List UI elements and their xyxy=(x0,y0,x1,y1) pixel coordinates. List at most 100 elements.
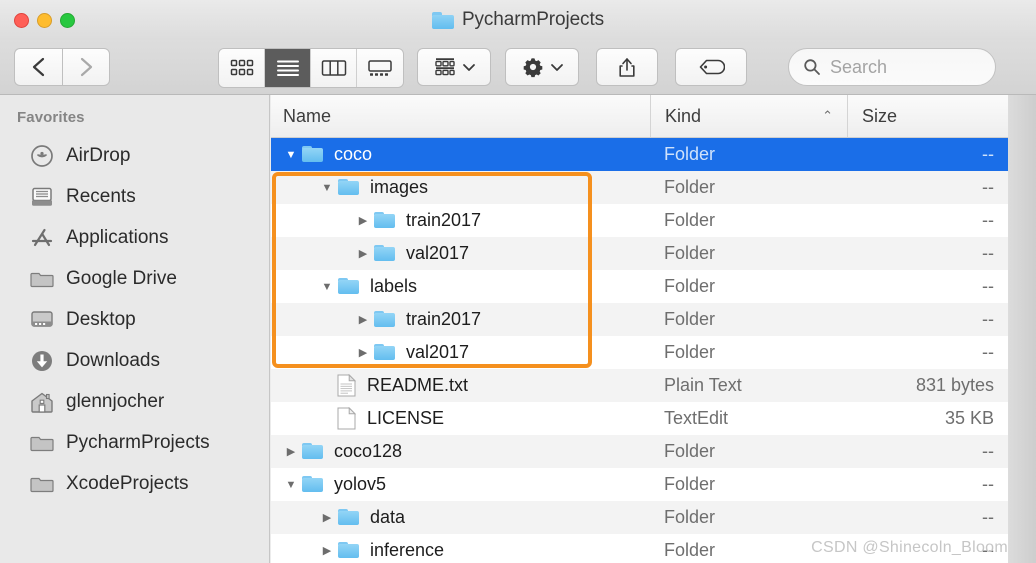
folder-icon xyxy=(30,431,54,455)
file-size-cell: -- xyxy=(847,144,1008,165)
sidebar-item-desktop[interactable]: Desktop xyxy=(0,299,269,340)
folder-icon xyxy=(301,442,325,462)
file-name-cell: ▶ train2017 xyxy=(271,204,650,237)
search-field[interactable]: Search xyxy=(788,48,996,86)
sidebar-item-pycharmprojects[interactable]: PycharmProjects xyxy=(0,422,269,463)
file-size-cell: -- xyxy=(847,309,1008,330)
column-view-button[interactable] xyxy=(311,49,357,87)
sort-ascending-icon: ⌃ xyxy=(822,108,833,124)
file-name-cell: ▶val2017 xyxy=(271,336,650,369)
disclosure-triangle-collapsed-icon[interactable]: ▶ xyxy=(353,204,373,237)
file-kind-cell: Folder xyxy=(650,474,847,495)
file-size-cell: -- xyxy=(847,177,1008,198)
share-button[interactable] xyxy=(596,48,658,86)
gallery-view-button[interactable] xyxy=(357,49,403,87)
desktop-icon xyxy=(30,308,54,332)
columns-icon xyxy=(321,59,347,77)
action-button[interactable] xyxy=(505,48,579,86)
file-size-cell: -- xyxy=(847,342,1008,363)
applications-icon xyxy=(30,226,54,250)
column-header-size[interactable]: Size xyxy=(847,95,1008,137)
table-row[interactable]: ▶ data Folder-- xyxy=(271,501,1008,534)
file-name-cell: ▼coco xyxy=(271,138,650,171)
file-name-label: train2017 xyxy=(406,309,481,330)
list-view-button[interactable] xyxy=(265,49,311,87)
sidebar-item-downloads[interactable]: Downloads xyxy=(0,340,269,381)
file-kind-cell: Folder xyxy=(650,243,847,264)
disclosure-triangle-collapsed-icon[interactable]: ▶ xyxy=(317,501,337,534)
folder-icon xyxy=(373,343,397,363)
file-size-cell: -- xyxy=(847,540,1008,561)
tag-button[interactable] xyxy=(675,48,747,86)
file-name-label: images xyxy=(370,177,428,198)
table-row[interactable]: LICENSETextEdit35 KB xyxy=(271,402,1008,435)
file-kind-cell: Folder xyxy=(650,276,847,297)
file-size-cell: -- xyxy=(847,210,1008,231)
disclosure-triangle-collapsed-icon[interactable]: ▶ xyxy=(281,435,301,468)
file-kind-cell: Plain Text xyxy=(650,375,847,396)
table-row[interactable]: ▶coco128Folder-- xyxy=(271,435,1008,468)
file-name-cell: ▶ train2017 xyxy=(271,303,650,336)
sidebar-item-label: Applications xyxy=(66,227,168,249)
folder-icon xyxy=(337,277,361,297)
table-row[interactable]: ▼cocoFolder-- xyxy=(271,138,1008,171)
toolbar: Search xyxy=(0,40,1036,95)
file-name-label: LICENSE xyxy=(367,408,444,429)
column-header-kind[interactable]: Kind ⌃ xyxy=(650,95,847,137)
file-kind-cell: Folder xyxy=(650,144,847,165)
file-name-cell: ▼labels xyxy=(271,270,650,303)
disclosure-triangle-expanded-icon[interactable]: ▼ xyxy=(281,138,301,171)
file-name-label: data xyxy=(370,507,405,528)
disclosure-triangle-expanded-icon[interactable]: ▼ xyxy=(317,171,337,204)
forward-button[interactable] xyxy=(62,48,110,86)
recents-icon xyxy=(30,185,54,209)
icon-view-button[interactable] xyxy=(219,49,265,87)
file-name-label: inference xyxy=(370,540,444,561)
file-size-cell: -- xyxy=(847,243,1008,264)
gallery-icon xyxy=(367,59,393,77)
disclosure-triangle-collapsed-icon[interactable]: ▶ xyxy=(353,237,373,270)
column-header-name[interactable]: Name xyxy=(271,106,650,127)
sidebar-item-glennjocher[interactable]: glennjocher xyxy=(0,381,269,422)
table-row[interactable]: ▶train2017Folder-- xyxy=(271,204,1008,237)
file-kind-cell: Folder xyxy=(650,441,847,462)
disclosure-triangle-expanded-icon[interactable]: ▼ xyxy=(281,468,301,501)
share-icon xyxy=(617,55,637,79)
file-size-cell: -- xyxy=(847,507,1008,528)
back-button[interactable] xyxy=(14,48,62,86)
group-by-button[interactable] xyxy=(417,48,491,86)
file-size-cell: -- xyxy=(847,441,1008,462)
table-row[interactable]: README.txtPlain Text831 bytes xyxy=(271,369,1008,402)
disclosure-triangle-collapsed-icon[interactable]: ▶ xyxy=(353,303,373,336)
table-row[interactable]: ▼ images Folder-- xyxy=(271,171,1008,204)
folder-icon xyxy=(30,472,54,496)
file-name-cell: ▶ inference xyxy=(271,534,650,563)
sidebar-item-airdrop[interactable]: AirDrop xyxy=(0,135,269,176)
disclosure-triangle-collapsed-icon[interactable]: ▶ xyxy=(353,336,373,369)
file-name-cell: ▼yolov5 xyxy=(271,468,650,501)
search-icon xyxy=(803,58,821,76)
table-row[interactable]: ▼labelsFolder-- xyxy=(271,270,1008,303)
navigation-buttons xyxy=(14,48,110,86)
table-row[interactable]: ▶val2017Folder-- xyxy=(271,237,1008,270)
window-title-group: PycharmProjects xyxy=(0,9,1036,31)
table-row[interactable]: ▶train2017Folder-- xyxy=(271,303,1008,336)
file-kind-cell: Folder xyxy=(650,177,847,198)
sidebar-item-recents[interactable]: Recents xyxy=(0,176,269,217)
sidebar: Favorites AirDrop xyxy=(0,95,270,563)
folder-icon xyxy=(337,508,361,528)
disclosure-triangle-collapsed-icon[interactable]: ▶ xyxy=(317,534,337,563)
sidebar-item-xcodeprojects[interactable]: XcodeProjects xyxy=(0,463,269,504)
sidebar-item-google-drive[interactable]: Google Drive xyxy=(0,258,269,299)
table-row[interactable]: ▼yolov5Folder-- xyxy=(271,468,1008,501)
file-name-label: train2017 xyxy=(406,210,481,231)
file-kind-cell: Folder xyxy=(650,507,847,528)
file-size-cell: -- xyxy=(847,474,1008,495)
disclosure-triangle-expanded-icon[interactable]: ▼ xyxy=(317,270,337,303)
folder-icon xyxy=(337,541,361,561)
table-row[interactable]: ▶val2017Folder-- xyxy=(271,336,1008,369)
folder-icon xyxy=(337,178,361,198)
scroll-gutter[interactable] xyxy=(1008,95,1036,563)
sidebar-item-applications[interactable]: Applications xyxy=(0,217,269,258)
table-row[interactable]: ▶inferenceFolder-- xyxy=(271,534,1008,563)
